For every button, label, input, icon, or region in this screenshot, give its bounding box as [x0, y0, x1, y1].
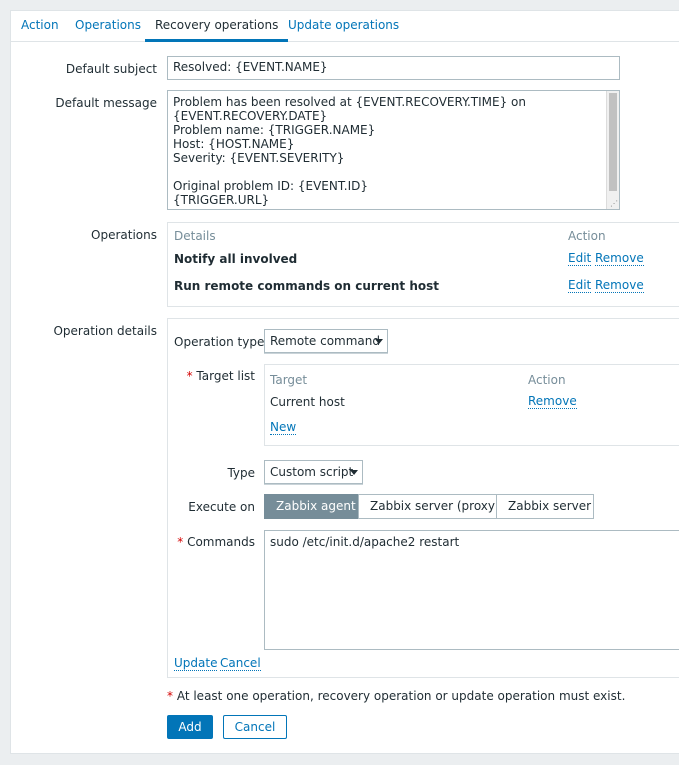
textarea-scrollbar[interactable]	[606, 91, 619, 209]
type-label: Type	[227, 466, 255, 480]
tab-update-operations[interactable]: Update operations	[288, 11, 399, 42]
operation-details-label: Operation details	[53, 324, 157, 338]
operation-details-box: Operation type Remote command * Target l…	[167, 318, 679, 678]
operation-details-text: Notify all involved	[174, 252, 298, 266]
default-subject-input[interactable]: Resolved: {EVENT.NAME}	[167, 56, 620, 80]
tab-operations[interactable]: Operations	[75, 11, 141, 42]
message-line: Host: {HOST.NAME}	[173, 137, 295, 151]
edit-operation-link[interactable]: Edit	[568, 252, 592, 266]
type-value: Custom script	[270, 465, 354, 479]
target-list-label: * Target list	[187, 369, 255, 383]
tab-action[interactable]: Action	[21, 11, 59, 42]
cancel-button[interactable]: Cancel	[223, 715, 287, 739]
message-line: {EVENT.RECOVERY.DATE}	[173, 109, 328, 123]
edit-operation-link[interactable]: Edit	[568, 279, 592, 293]
remove-target-link[interactable]: Remove	[528, 395, 577, 409]
target-header: Target	[270, 373, 308, 387]
scrollbar-thumb[interactable]	[609, 93, 617, 191]
remove-operation-link[interactable]: Remove	[595, 252, 644, 266]
message-line	[173, 165, 614, 179]
operations-header-action: Action	[568, 229, 606, 243]
chevron-down-icon	[350, 470, 358, 475]
target-list-table: Target Action Current host Remove New	[264, 364, 679, 446]
chevron-down-icon	[375, 339, 383, 344]
commands-textarea[interactable]: sudo /etc/init.d/apache2 restart	[264, 530, 679, 650]
target-name: Current host	[270, 395, 345, 409]
required-note-text: At least one operation, recovery operati…	[176, 689, 626, 703]
message-line: Severity: {EVENT.SEVERITY}	[173, 151, 345, 165]
commands-text: sudo /etc/init.d/apache2 restart	[270, 535, 460, 549]
default-subject-label: Default subject	[65, 62, 157, 76]
target-action-header: Action	[528, 373, 566, 387]
new-target-link[interactable]: New	[270, 421, 297, 435]
required-mark: *	[167, 689, 173, 703]
message-line: {TRIGGER.URL}	[173, 193, 270, 207]
message-line: Problem name: {TRIGGER.NAME}	[173, 123, 376, 137]
required-mark: *	[177, 535, 184, 549]
tab-recovery-operations[interactable]: Recovery operations	[145, 11, 289, 42]
execute-on-zabbix-agent[interactable]: Zabbix agent	[264, 494, 359, 519]
message-line: Problem has been resolved at {EVENT.RECO…	[173, 95, 526, 109]
tab-bar: Action Operations Recovery operations Up…	[11, 11, 679, 42]
execute-on-zabbix-server[interactable]: Zabbix server	[496, 494, 594, 519]
resize-handle-icon[interactable]: ⋰	[610, 200, 618, 208]
message-line: Original problem ID: {EVENT.ID}	[173, 179, 368, 193]
execute-on-label: Execute on	[188, 500, 255, 514]
required-mark: *	[186, 369, 193, 383]
required-note: * At least one operation, recovery opera…	[167, 689, 625, 703]
execute-on-zabbix-server-proxy[interactable]: Zabbix server (proxy)	[358, 494, 500, 519]
operation-type-value: Remote command	[270, 334, 381, 348]
add-button[interactable]: Add	[167, 715, 213, 739]
cancel-operation-link[interactable]: Cancel	[220, 657, 261, 671]
operation-type-select[interactable]: Remote command	[264, 329, 388, 353]
remove-operation-link[interactable]: Remove	[595, 279, 644, 293]
default-message-label: Default message	[55, 96, 157, 110]
commands-label-text: Commands	[187, 535, 255, 549]
operation-type-label: Operation type	[174, 335, 265, 349]
type-select[interactable]: Custom script	[264, 460, 363, 484]
default-message-textarea[interactable]: Problem has been resolved at {EVENT.RECO…	[167, 90, 620, 210]
commands-label: * Commands	[177, 535, 255, 549]
operations-header-details: Details	[174, 229, 216, 243]
operation-details-text: Run remote commands on current host	[174, 279, 439, 293]
operations-label: Operations	[91, 228, 157, 242]
form-panel: Action Operations Recovery operations Up…	[10, 10, 679, 754]
operations-table: Details Action Notify all involved Edit …	[167, 222, 679, 307]
target-list-label-text: Target list	[196, 369, 255, 383]
update-operation-link[interactable]: Update	[174, 657, 218, 671]
